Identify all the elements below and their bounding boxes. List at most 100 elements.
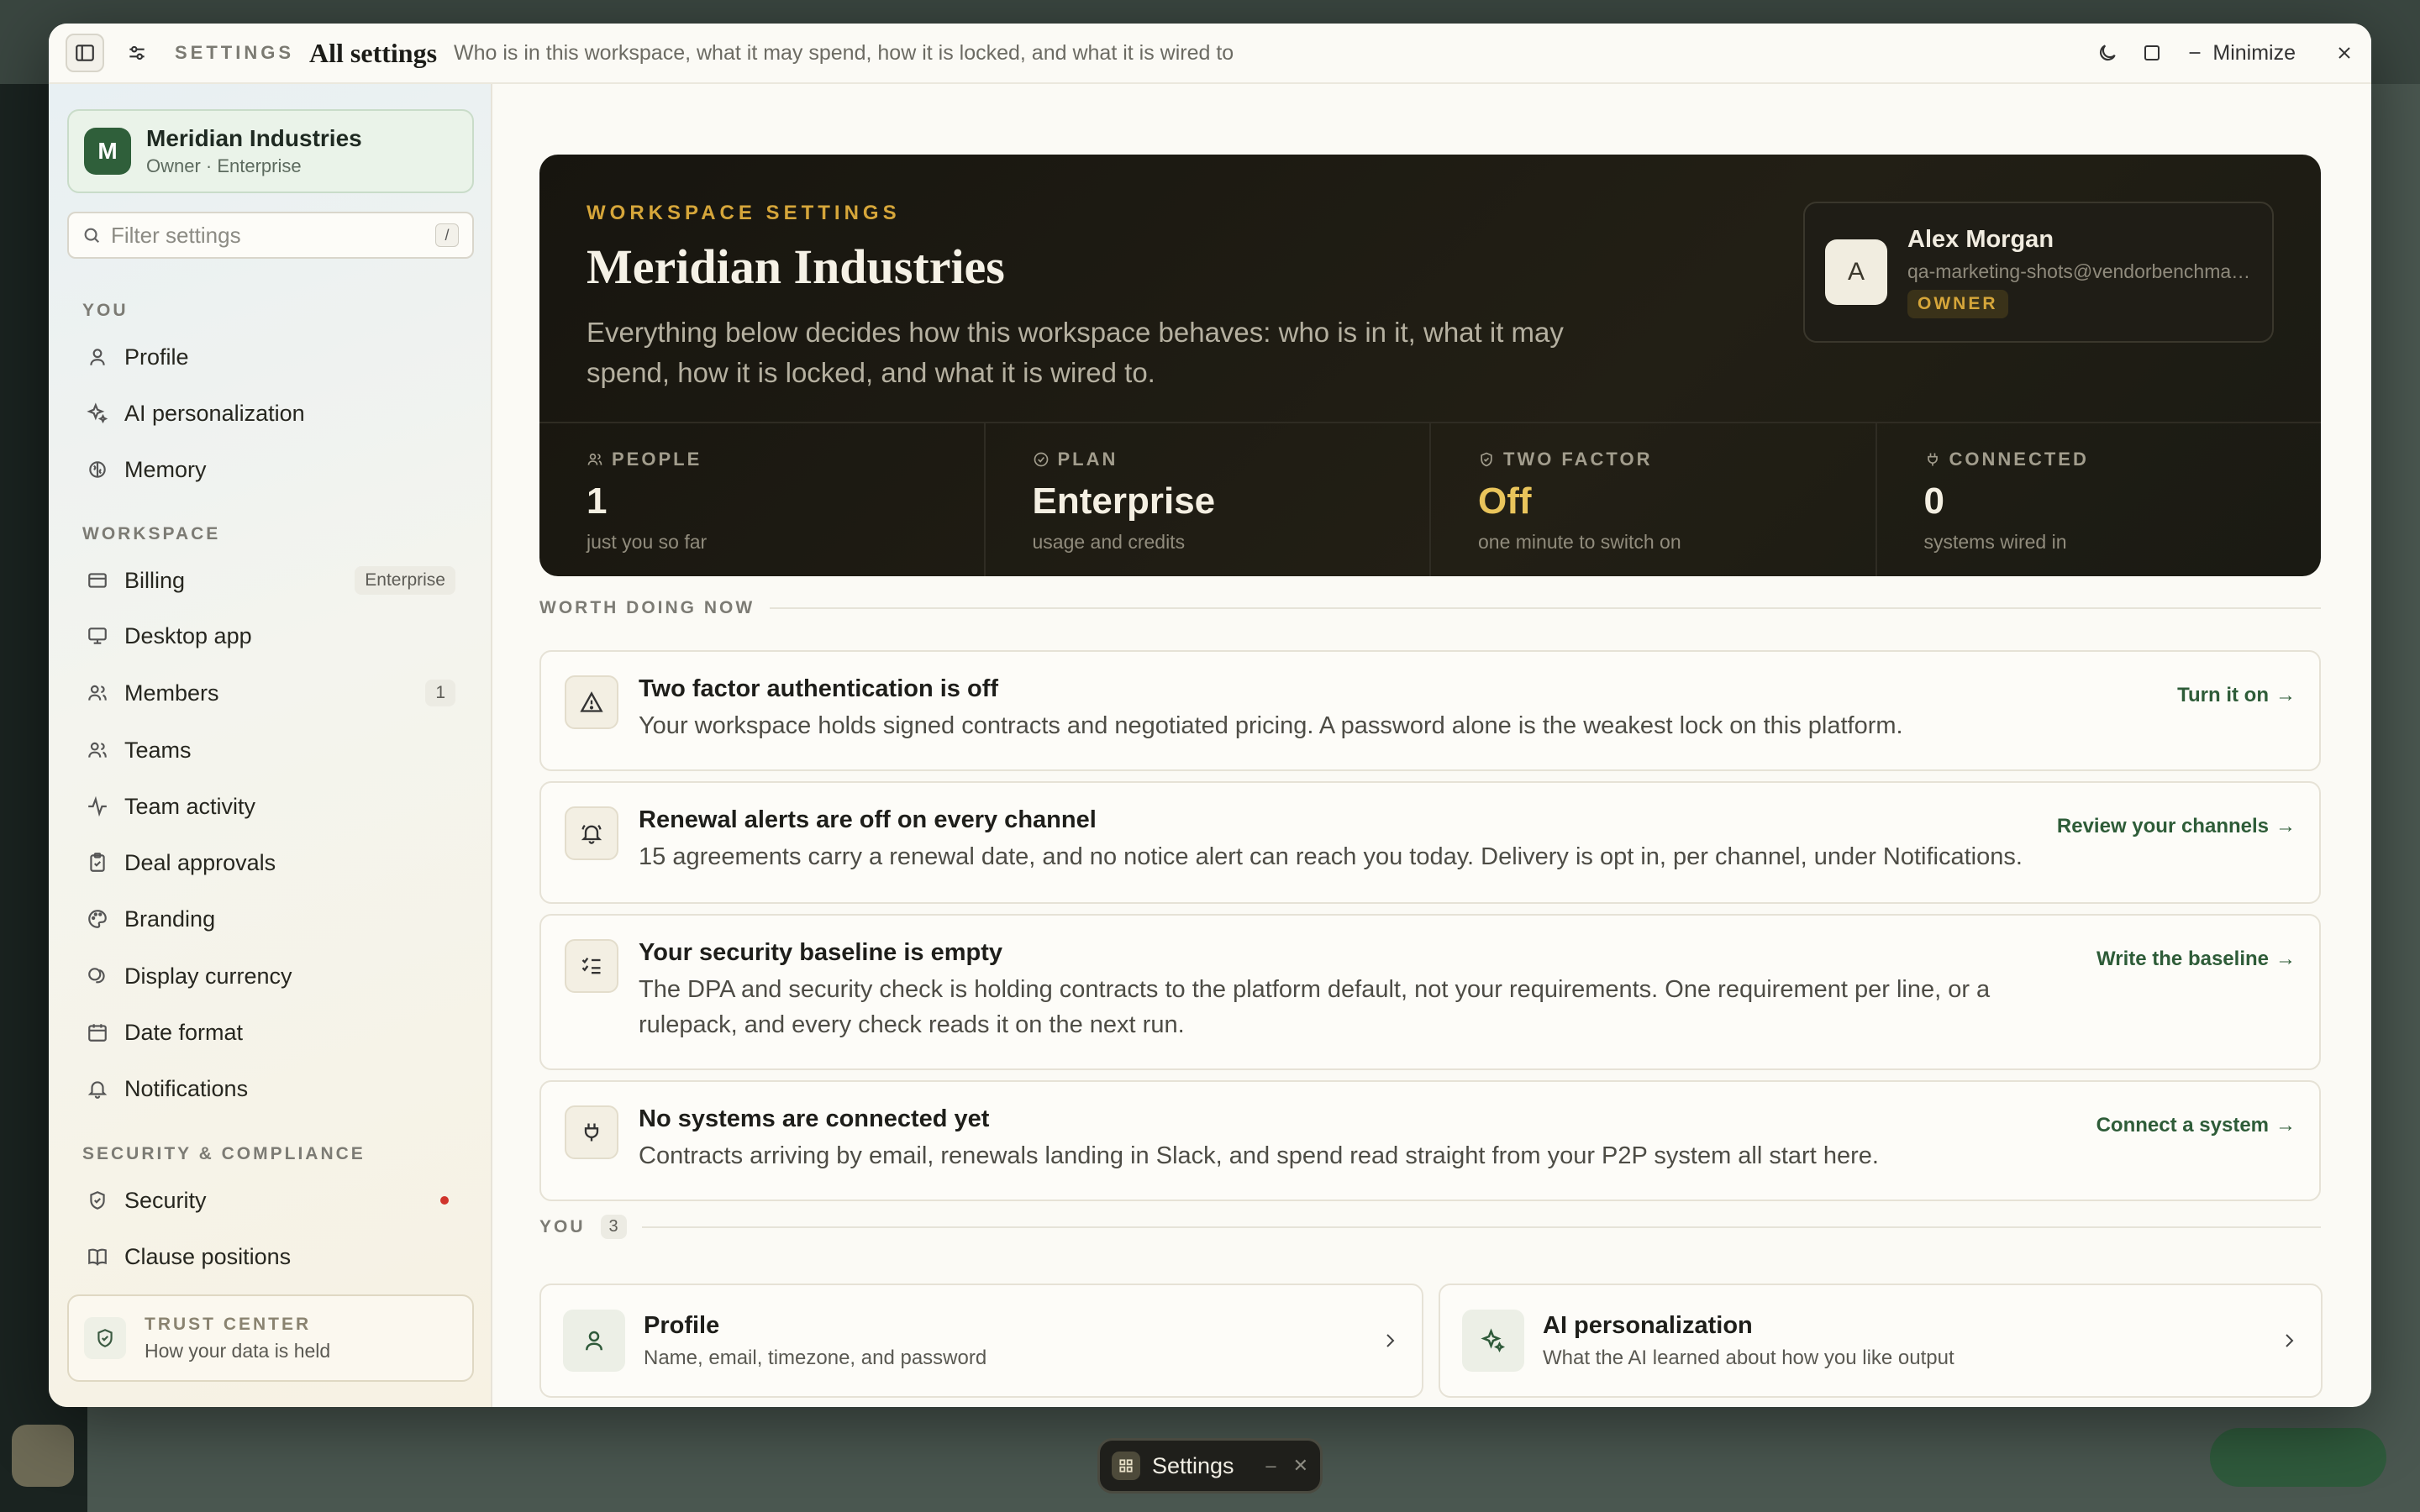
sidebar-item-memory[interactable]: Memory [67,445,474,494]
title-bar: SETTINGS All settings Who is in this wor… [49,24,2371,84]
sidebar-item-billing[interactable]: Billing Enterprise [67,556,474,605]
task-description: 15 agreements carry a renewal date, and … [639,843,2023,870]
filter-settings-field[interactable]: / [67,212,474,259]
sidebar-item-deal-approvals[interactable]: Deal approvals [67,838,474,887]
sidebar-item-display-currency[interactable]: Display currency [67,952,474,1000]
background-ask-button [2210,1428,2386,1487]
alert-triangle-icon [565,675,618,729]
plug-icon [1924,451,1941,468]
card-subtitle: Name, email, timezone, and password [644,1346,987,1369]
settings-sliders-button[interactable] [118,34,156,72]
task-description: Contracts arriving by email, renewals la… [639,1142,1879,1169]
review-channels-link[interactable]: Review your channels → [2057,815,2296,838]
role-badge: OWNER [1907,290,2008,318]
sidebar-item-branding[interactable]: Branding [67,895,474,943]
sidebar-item-label: Branding [124,906,216,932]
connect-system-link[interactable]: Connect a system → [2096,1114,2296,1137]
stat-value: Off [1478,480,1532,522]
users-icon [86,738,109,762]
write-baseline-link[interactable]: Write the baseline → [2096,948,2296,971]
activity-icon [86,795,109,818]
titlebar-section: SETTINGS [175,42,295,63]
background-avatar [12,1425,74,1487]
section-title: YOU [539,1216,586,1236]
task-security-baseline: Your security baseline is empty The DPA … [539,914,2321,1070]
stat-sub: systems wired in [1923,531,2067,553]
stat-plan: PLAN Enterprise usage and credits [986,423,1431,576]
stat-label: TWO FACTOR [1503,449,1653,470]
stat-people: PEOPLE 1 just you so far [539,423,986,576]
chevron-right-icon [2279,1331,2299,1351]
brain-icon [86,458,109,481]
list-checks-icon [565,939,618,993]
task-connect-systems: No systems are connected yet Contracts a… [539,1080,2321,1201]
workspace-switcher[interactable]: M Meridian Industries Owner · Enterprise [67,109,474,193]
sidebar-item-notifications[interactable]: Notifications [67,1064,474,1113]
hero-description: Everything below decides how this worksp… [587,317,1564,388]
stat-label: PEOPLE [612,449,702,470]
dock-minimize-icon[interactable]: – [1265,1455,1276,1477]
close-icon [2338,47,2350,59]
task-action-label: Connect a system [2096,1114,2269,1137]
card-title: Profile [644,1311,720,1339]
arrow-right-icon: → [2275,684,2296,706]
workspace-role: Owner · Enterprise [146,155,302,176]
task-description: The DPA and security check is holding co… [639,976,1991,1038]
minimize-button[interactable]: Minimize [2186,41,2296,66]
sidebar-item-date-format[interactable]: Date format [67,1008,474,1057]
close-button[interactable] [2334,43,2354,63]
minimize-label: Minimize [2212,40,2296,65]
sidebar-item-profile[interactable]: Profile [67,333,474,381]
sidebar-item-teams[interactable]: Teams [67,726,474,774]
dock-close-icon[interactable]: ✕ [1293,1455,1308,1477]
you-heading: YOU 3 [539,1215,2321,1239]
trust-center-link[interactable]: TRUST CENTER How your data is held [67,1294,474,1382]
arrow-right-icon: → [2275,1114,2296,1137]
workspace-logo: M [84,128,131,175]
sidebar-item-label: Security [124,1187,207,1213]
sidebar-item-team-activity[interactable]: Team activity [67,782,474,831]
toggle-sidebar-button[interactable] [66,34,104,72]
chevron-right-icon [1380,1331,1400,1351]
check-circle-icon [1033,451,1050,468]
hero-title: Meridian Industries [587,239,1005,294]
minimized-settings-dock[interactable]: Settings – ✕ [1097,1438,1323,1494]
sidebar-item-ai-personalization[interactable]: AI personalization [67,389,474,438]
dock-label: Settings [1152,1452,1234,1478]
task-description: Your workspace holds signed contracts an… [639,712,1903,739]
sidebar-item-label: Deal approvals [124,849,276,875]
sidebar-item-members[interactable]: Members 1 [67,669,474,717]
section-count: 3 [600,1215,627,1239]
task-title: Your security baseline is empty [639,939,1003,966]
sidebar-item-label: Desktop app [124,622,252,648]
profile-card[interactable]: Profile Name, email, timezone, and passw… [539,1284,1423,1398]
task-action-label: Review your channels [2056,815,2269,837]
worth-doing-heading: WORTH DOING NOW [539,598,2321,618]
settings-window: SETTINGS All settings Who is in this wor… [49,24,2371,1407]
plug-icon [565,1105,618,1159]
stat-value: Enterprise [1032,480,1216,522]
workspace-name: Meridian Industries [146,125,362,151]
trust-center-title: TRUST CENTER [145,1314,312,1334]
palette-icon [86,907,109,931]
sidebar-item-clause-positions[interactable]: Clause positions [67,1232,474,1281]
users-icon [587,451,603,468]
sidebar-item-desktop-app[interactable]: Desktop app [67,612,474,660]
turn-on-2fa-link[interactable]: Turn it on → [2177,684,2296,707]
bell-ring-icon [565,806,618,860]
ai-personalization-card[interactable]: AI personalization What the AI learned a… [1439,1284,2323,1398]
filter-settings-input[interactable] [111,222,435,249]
members-count-badge: 1 [425,680,455,706]
task-title: No systems are connected yet [639,1105,990,1132]
sidebar-item-label: Memory [124,456,207,482]
stat-value: 1 [587,480,608,522]
maximize-button[interactable] [2142,43,2162,63]
plan-badge: Enterprise [355,566,455,595]
stat-sub: just you so far [587,531,708,553]
theme-toggle-button[interactable] [2096,42,2118,64]
credit-card-icon [86,569,109,592]
stat-sub: one minute to switch on [1478,531,1681,553]
avatar: A [1825,239,1887,305]
book-icon [86,1245,109,1268]
sidebar-item-security[interactable]: Security [67,1176,474,1225]
